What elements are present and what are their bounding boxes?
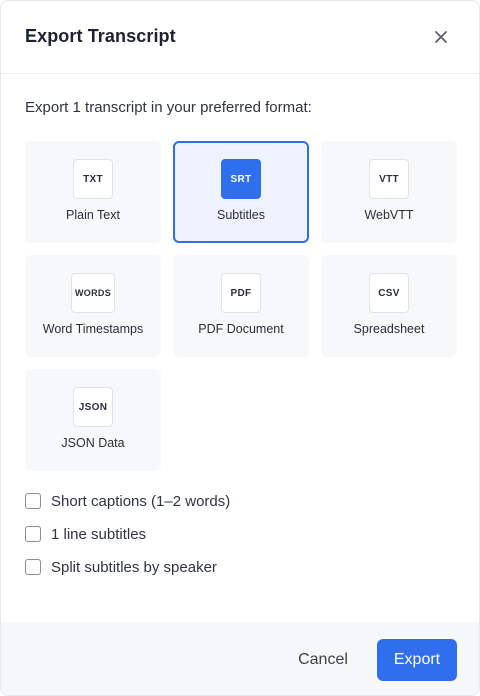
export-button[interactable]: Export	[377, 639, 457, 681]
format-label: Plain Text	[66, 208, 120, 222]
txt-file-icon: TXT	[73, 159, 113, 199]
one-line-subtitles-checkbox[interactable]	[25, 526, 41, 542]
split-by-speaker-checkbox[interactable]	[25, 559, 41, 575]
close-button[interactable]	[429, 25, 453, 49]
option-label: Split subtitles by speaker	[51, 558, 217, 576]
format-label: Subtitles	[217, 208, 265, 222]
option-split-by-speaker[interactable]: Split subtitles by speaker	[25, 557, 325, 577]
srt-file-icon: SRT	[221, 159, 261, 199]
option-short-captions[interactable]: Short captions (1–2 words)	[25, 491, 325, 511]
csv-file-icon: CSV	[369, 273, 409, 313]
dialog-header: Export Transcript	[1, 1, 479, 74]
export-transcript-dialog: Export Transcript Export 1 transcript in…	[0, 0, 480, 696]
format-card-txt[interactable]: TXT Plain Text	[25, 141, 161, 243]
format-label: WebVTT	[364, 208, 414, 222]
format-label: Spreadsheet	[353, 322, 425, 336]
close-icon	[435, 31, 447, 43]
format-card-vtt[interactable]: VTT WebVTT	[321, 141, 457, 243]
format-label: PDF Document	[198, 322, 284, 336]
format-card-csv[interactable]: CSV Spreadsheet	[321, 255, 457, 357]
format-card-srt[interactable]: SRT Subtitles	[173, 141, 309, 243]
words-file-icon: WORDS	[71, 273, 115, 313]
format-card-pdf[interactable]: PDF PDF Document	[173, 255, 309, 357]
cancel-button[interactable]: Cancel	[283, 639, 363, 681]
pdf-file-icon: PDF	[221, 273, 261, 313]
format-card-json[interactable]: JSON JSON Data	[25, 369, 161, 471]
vtt-file-icon: VTT	[369, 159, 409, 199]
option-one-line-subtitles[interactable]: 1 line subtitles	[25, 524, 325, 544]
dialog-footer: Cancel Export	[1, 622, 479, 695]
dialog-title: Export Transcript	[25, 26, 176, 46]
json-file-icon: JSON	[73, 387, 113, 427]
format-label: Word Timestamps	[42, 322, 144, 336]
short-captions-checkbox[interactable]	[25, 493, 41, 509]
format-card-words[interactable]: WORDS Word Timestamps	[25, 255, 161, 357]
dialog-subtitle: Export 1 transcript in your preferred fo…	[25, 99, 312, 116]
option-label: Short captions (1–2 words)	[51, 492, 231, 510]
option-label: 1 line subtitles	[51, 525, 147, 543]
format-label: JSON Data	[61, 436, 125, 450]
